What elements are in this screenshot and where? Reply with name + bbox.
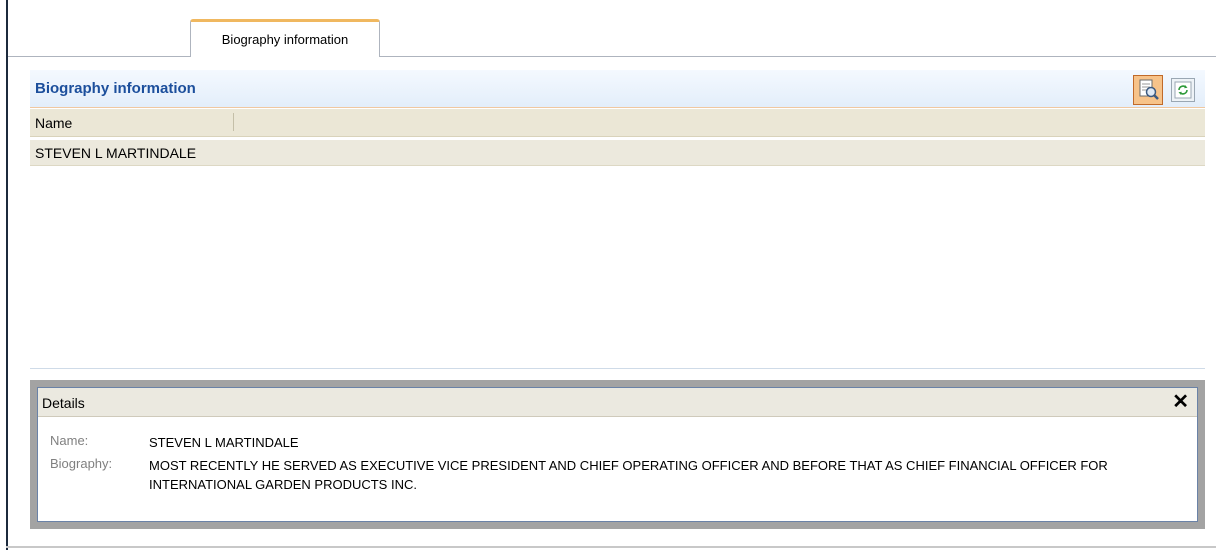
row-name-cell: STEVEN L MARTINDALE xyxy=(35,145,197,161)
tab-label: Biography information xyxy=(221,32,349,47)
biography-label: Biography: xyxy=(50,456,113,471)
search-button[interactable] xyxy=(1133,75,1163,105)
refresh-icon xyxy=(1174,81,1192,99)
biography-value: MOST RECENTLY HE SERVED AS EXECUTIVE VIC… xyxy=(149,458,1108,492)
panel-title: Biography information xyxy=(35,80,196,97)
table-row[interactable]: STEVEN L MARTINDALE xyxy=(30,140,1205,166)
name-value: STEVEN L MARTINDALE xyxy=(149,435,299,450)
details-panel: Details ✕ Name: STEVEN L MARTINDALE Biog… xyxy=(30,380,1205,529)
refresh-button[interactable] xyxy=(1171,78,1195,102)
search-icon xyxy=(1139,79,1159,100)
column-separator[interactable] xyxy=(233,113,234,131)
details-biography-field: Biography: MOST RECENTLY HE SERVED AS EX… xyxy=(50,456,1179,494)
grid-header: Name xyxy=(30,109,1205,137)
details-name-field: Name: STEVEN L MARTINDALE xyxy=(50,433,1179,452)
grid-bottom-divider xyxy=(30,368,1205,369)
panel-header: Biography information xyxy=(30,70,1205,108)
details-content: Details ✕ Name: STEVEN L MARTINDALE Biog… xyxy=(37,387,1198,522)
column-header-name[interactable]: Name xyxy=(35,115,72,131)
tab-biography-information[interactable]: Biography information xyxy=(190,19,380,57)
window-bottom-edge xyxy=(6,546,1216,548)
name-label: Name: xyxy=(50,433,89,448)
window-left-edge xyxy=(6,0,8,550)
details-title: Details xyxy=(42,395,85,411)
close-icon[interactable]: ✕ xyxy=(1172,391,1189,413)
details-header: Details ✕ xyxy=(38,388,1197,417)
